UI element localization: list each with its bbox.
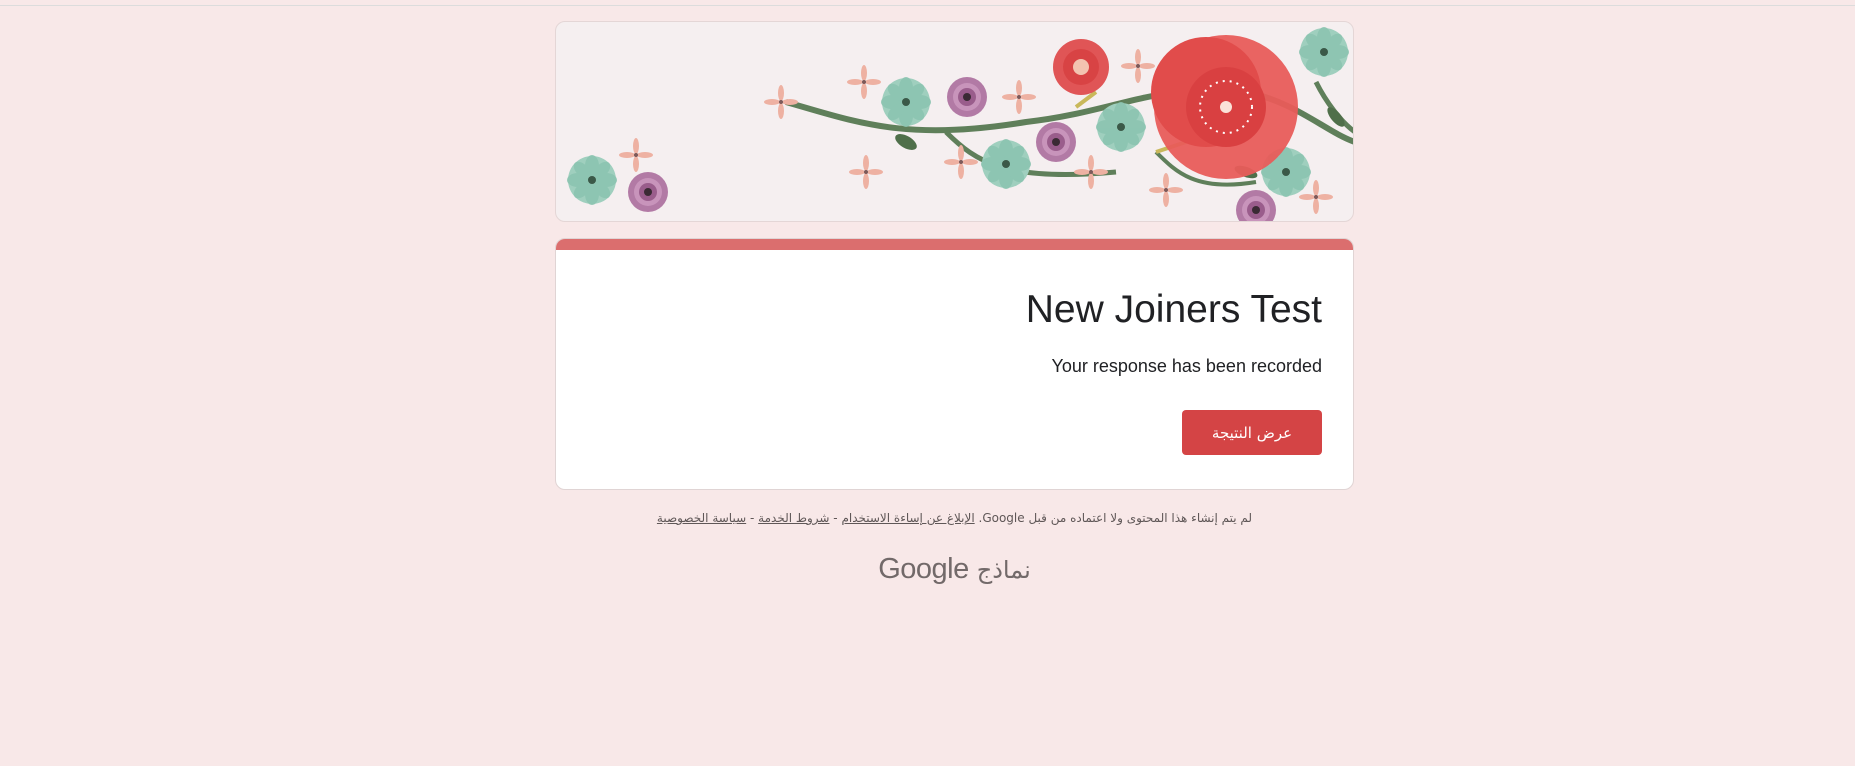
floral-banner-illustration [567,27,1353,221]
separator: - [833,511,838,525]
report-abuse-link[interactable]: الإبلاغ عن إساءة الاستخدام [841,511,974,525]
view-result-button[interactable]: عرض النتيجة [1182,410,1322,455]
form-header-banner [555,21,1354,222]
brand-google-text: Google [878,553,969,585]
form-title: New Joiners Test [1025,288,1322,331]
google-forms-logo[interactable]: نماذج Google [555,553,1354,586]
disclaimer-text: لم يتم إنشاء هذا المحتوى ولا اعتماده من … [978,511,1253,525]
terms-link[interactable]: شروط الخدمة [758,511,829,525]
separator: - [749,511,755,525]
footer-disclaimer: لم يتم إنشاء هذا المحتوى ولا اعتماده من … [555,511,1354,525]
brand-forms-text: نماذج [976,555,1031,584]
top-divider [0,5,1855,6]
card-accent-bar [556,239,1353,250]
confirmation-message: Your response has been recorded [1051,356,1322,376]
privacy-link[interactable]: سياسة الخصوصية [657,511,746,525]
confirmation-card: New Joiners Test Your response has been … [555,238,1354,490]
